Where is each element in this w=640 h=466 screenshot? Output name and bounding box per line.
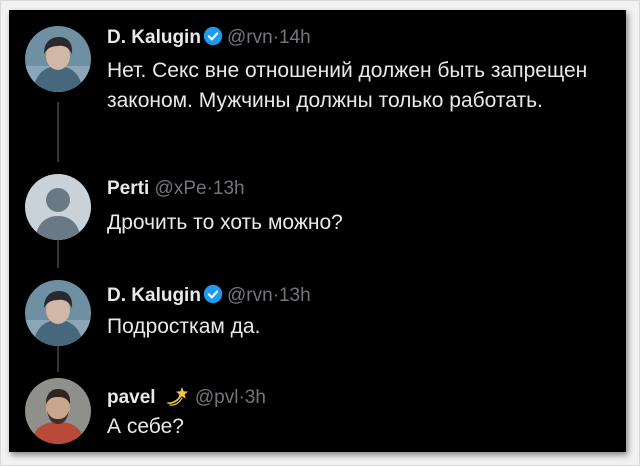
avatar-kalugin[interactable] bbox=[25, 280, 91, 346]
tweet-2[interactable]: Perti @xPe·13h Дрочить то хоть можно? bbox=[9, 160, 626, 268]
tweet-2-header: Perti @xPe·13h bbox=[107, 178, 245, 200]
default-avatar-icon bbox=[25, 174, 91, 240]
author-name[interactable]: D. Kalugin bbox=[107, 285, 201, 306]
dizzy-emoji-icon bbox=[167, 387, 188, 406]
tweet-time[interactable]: 14h bbox=[279, 27, 311, 48]
tweet-4[interactable]: pavel @pvl·3h А себе? bbox=[9, 372, 626, 452]
tweet-time[interactable]: 13h bbox=[279, 285, 311, 306]
tweet-time[interactable]: 13h bbox=[213, 178, 245, 199]
avatar-kalugin[interactable] bbox=[25, 26, 91, 92]
verified-badge-icon bbox=[203, 284, 223, 304]
verified-badge-icon bbox=[203, 26, 223, 46]
avatar-pavel-image bbox=[25, 378, 91, 444]
author-handle[interactable]: @rvn bbox=[227, 27, 273, 48]
author-name[interactable]: D. Kalugin bbox=[107, 27, 201, 48]
tweet-thread: D. Kalugin @rvn·14h Нет. Секс вне отношен… bbox=[9, 10, 626, 452]
tweet-time[interactable]: 3h bbox=[245, 387, 266, 408]
image-frame: D. Kalugin @rvn·14h Нет. Секс вне отношен… bbox=[0, 0, 640, 466]
tweet-3-header: D. Kalugin @rvn·13h bbox=[107, 284, 311, 307]
author-handle[interactable]: @xPe bbox=[155, 178, 207, 199]
tweet-1-header: D. Kalugin @rvn·14h bbox=[107, 26, 311, 49]
tweet-3[interactable]: D. Kalugin @rvn·13h Подросткам да. bbox=[9, 268, 626, 372]
avatar-pavel[interactable] bbox=[25, 378, 91, 444]
tweet-4-text: А себе? bbox=[107, 415, 184, 438]
tweet-1[interactable]: D. Kalugin @rvn·14h Нет. Секс вне отношен… bbox=[9, 10, 626, 160]
author-handle[interactable]: @rvn bbox=[227, 285, 273, 306]
tweet-3-text: Подросткам да. bbox=[107, 315, 261, 338]
avatar-kalugin-image bbox=[25, 26, 91, 92]
tweet-1-text: Нет. Секс вне отношений должен быть запр… bbox=[107, 59, 588, 112]
tweet-2-text: Дрочить то хоть можно? bbox=[107, 211, 343, 234]
tweet-4-header: pavel @pvl·3h bbox=[107, 384, 266, 409]
avatar-kalugin-image bbox=[25, 280, 91, 346]
author-name[interactable]: Perti bbox=[107, 178, 149, 199]
avatar-perti[interactable] bbox=[25, 174, 91, 240]
author-handle[interactable]: @pvl bbox=[195, 387, 239, 408]
author-name[interactable]: pavel bbox=[107, 387, 156, 408]
